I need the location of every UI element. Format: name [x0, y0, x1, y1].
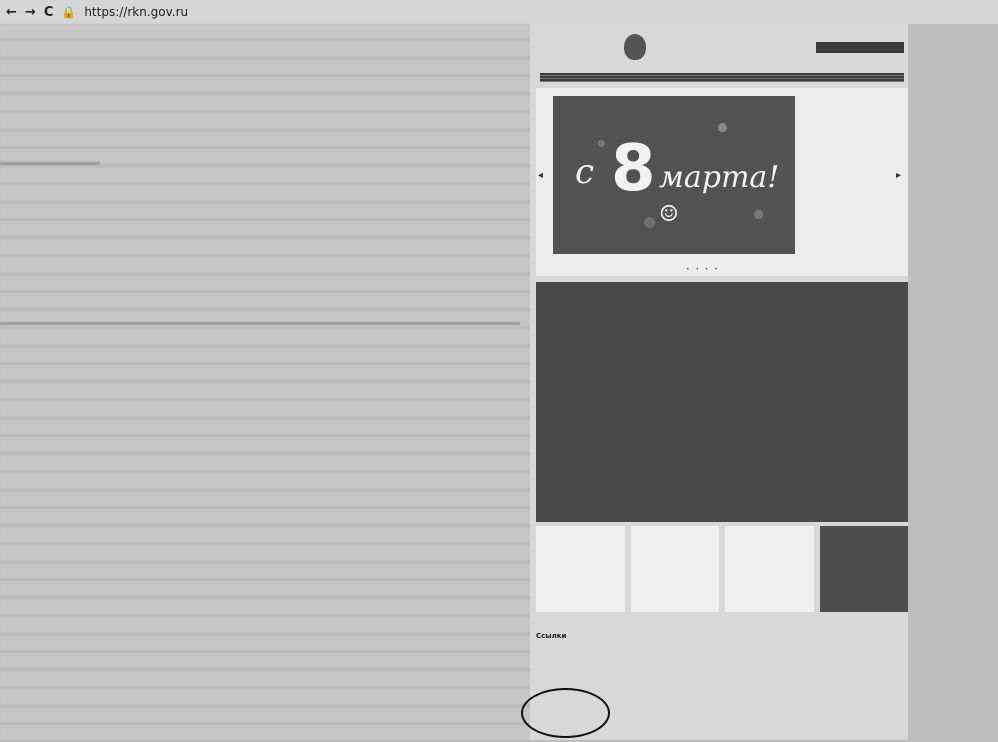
link-item[interactable] — [759, 692, 833, 738]
slider-prev-icon[interactable]: ◂ — [538, 170, 543, 181]
slider-next-icon[interactable]: ▸ — [896, 170, 901, 181]
background-rule — [0, 322, 520, 325]
link-item[interactable] — [536, 646, 610, 692]
news-block — [536, 282, 908, 522]
reload-icon[interactable]: C — [44, 5, 54, 20]
annotation-circle — [521, 688, 610, 738]
header-right — [816, 30, 906, 53]
back-icon[interactable]: ← — [6, 5, 17, 20]
feature-card-dark[interactable] — [819, 526, 908, 612]
slider-dots[interactable]: • • • • — [686, 266, 720, 273]
news-list — [630, 292, 902, 304]
link-item[interactable] — [834, 646, 908, 692]
link-item[interactable] — [759, 646, 833, 692]
forward-icon[interactable]: → — [25, 5, 36, 20]
feature-card[interactable] — [725, 526, 814, 612]
link-item[interactable] — [610, 692, 684, 738]
lock-icon: 🔒 — [61, 5, 77, 19]
background-page-blur — [0, 24, 530, 742]
nav-menu-bar[interactable] — [540, 72, 904, 82]
banner-slider: ◂ с 8 марта! ☺ ▸ • • • • — [536, 88, 908, 276]
website-panel: ◂ с 8 марта! ☺ ▸ • • • • Ссылки — [530, 24, 908, 740]
banner-smile-icon: ☺ — [659, 202, 679, 227]
header-action-button[interactable] — [816, 42, 904, 53]
background-rule — [0, 162, 100, 165]
main-navigation — [530, 70, 908, 84]
browser-address-bar: ← → C 🔒 https://rkn.gov.ru — [0, 0, 998, 24]
banner-text-number: 8 — [611, 132, 656, 206]
feature-card[interactable] — [536, 526, 625, 612]
links-heading: Ссылки — [536, 632, 567, 640]
feature-cards — [536, 526, 908, 612]
banner-image[interactable]: с 8 марта! ☺ — [553, 96, 795, 254]
feature-card[interactable] — [630, 526, 719, 612]
emblem-icon — [624, 34, 646, 60]
link-item[interactable] — [685, 646, 759, 692]
url-field[interactable]: https://rkn.gov.ru — [84, 5, 188, 19]
site-header — [530, 24, 908, 70]
link-item[interactable] — [610, 646, 684, 692]
banner-text-word: марта! — [659, 160, 780, 195]
link-item[interactable] — [834, 692, 908, 738]
link-item[interactable] — [685, 692, 759, 738]
banner-text-preposition: с — [575, 152, 595, 192]
